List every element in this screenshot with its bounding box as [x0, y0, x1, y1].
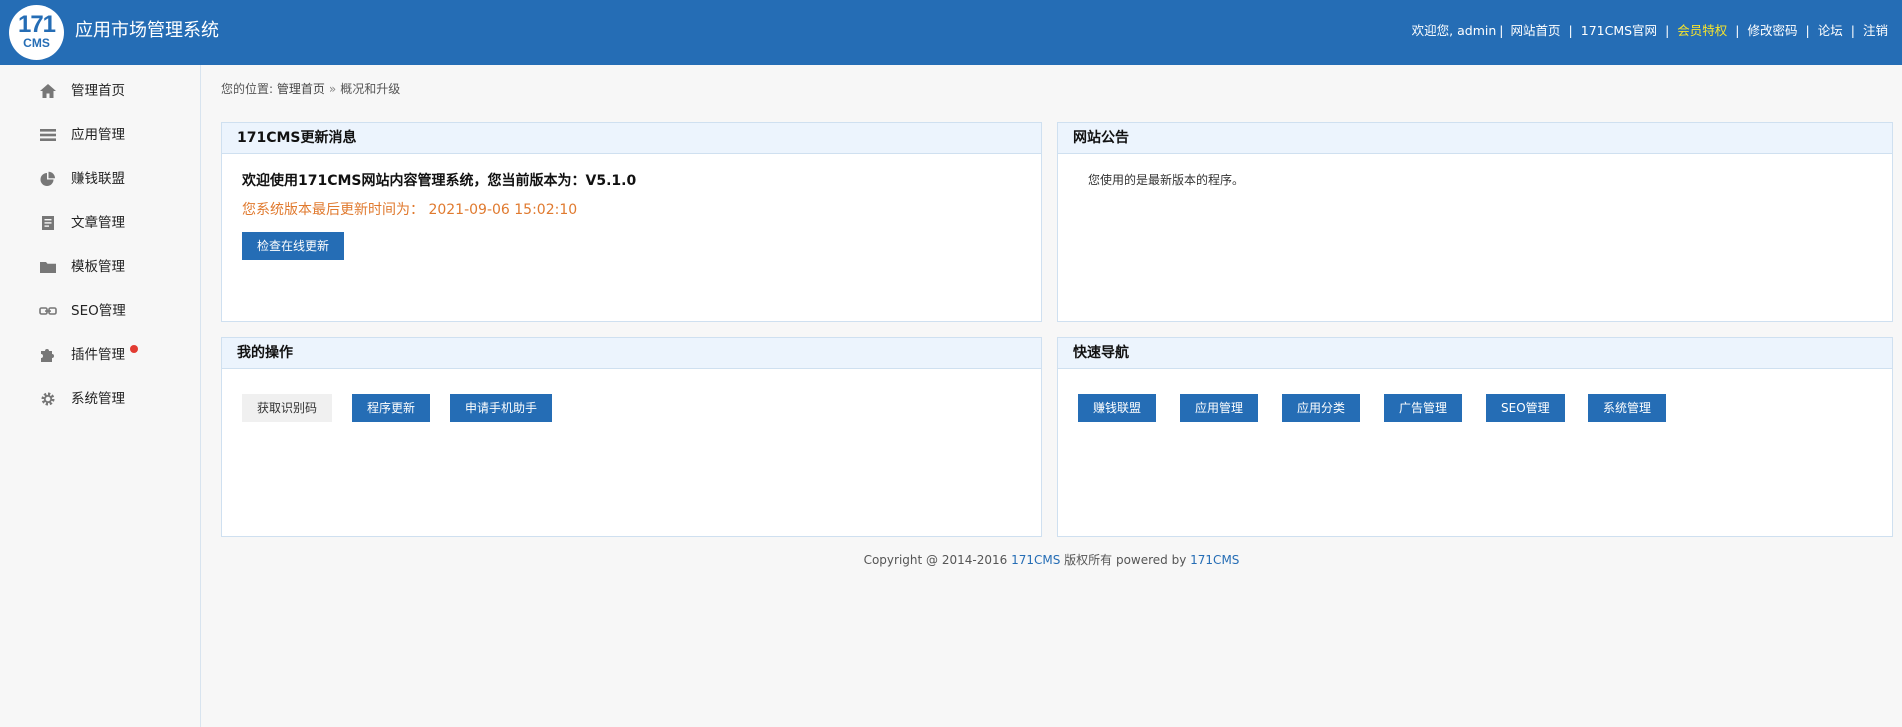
mobile-assistant-button[interactable]: 申请手机助手: [450, 394, 553, 422]
sidebar-item-label: 应用管理: [71, 127, 125, 143]
breadcrumb-separator: »: [328, 82, 337, 96]
app-title: 应用市场管理系统: [75, 20, 219, 41]
nav-separator: |: [1665, 23, 1670, 38]
panel-title: 快速导航: [1058, 338, 1892, 369]
sidebar-item-label: 模板管理: [71, 259, 125, 275]
pie-chart-icon: [40, 171, 55, 186]
quick-nav-seo-button[interactable]: SEO管理: [1486, 394, 1565, 422]
logout-link[interactable]: 注销: [1863, 23, 1888, 38]
top-nav: 欢迎您, admin | 网站首页 | 171CMS官网 | 会员特权 | 修改密码 | 论坛 | 注销: [1412, 22, 1902, 40]
quick-nav-panel: 快速导航 赚钱联盟 应用管理 应用分类 广告管理 SEO管理 系统管理: [1057, 337, 1893, 537]
sidebar-item-seo[interactable]: SEO管理: [0, 296, 200, 326]
version-message: 欢迎使用171CMS网站内容管理系统，您当前版本为：V5.1.0: [242, 173, 637, 189]
gear-icon: [41, 392, 55, 406]
quick-nav-affiliate-button[interactable]: 赚钱联盟: [1078, 394, 1157, 422]
quick-nav-system-button[interactable]: 系统管理: [1588, 394, 1667, 422]
brand-link[interactable]: 171CMS: [1011, 553, 1060, 567]
sidebar-item-system[interactable]: 系统管理: [0, 384, 200, 414]
logo-number: 171: [17, 11, 56, 38]
copyright-middle: 版权所有 powered by: [1060, 553, 1191, 567]
link-icon: [39, 307, 57, 315]
breadcrumb-home-link[interactable]: 管理首页: [277, 82, 325, 96]
update-panel: 171CMS更新消息 欢迎使用171CMS网站内容管理系统，您当前版本为：V5.…: [221, 122, 1042, 322]
quick-nav-categories-button[interactable]: 应用分类: [1282, 394, 1361, 422]
my-operations-panel: 我的操作 获取识别码 程序更新 申请手机助手: [221, 337, 1042, 537]
panel-title: 我的操作: [222, 338, 1041, 369]
sidebar-item-dashboard[interactable]: 管理首页: [0, 76, 200, 106]
puzzle-icon: [41, 349, 54, 362]
home-icon: [40, 84, 56, 98]
sidebar-item-apps[interactable]: 应用管理: [0, 120, 200, 150]
sidebar-item-label: 系统管理: [71, 391, 125, 407]
sidebar-item-articles[interactable]: 文章管理: [0, 208, 200, 238]
top-header: 171 CMS 应用市场管理系统 欢迎您, admin | 网站首页 | 171CMS官…: [0, 0, 1902, 65]
sidebar-item-label: 管理首页: [71, 83, 125, 99]
logo[interactable]: 171 CMS: [9, 5, 64, 60]
panel-title: 171CMS更新消息: [222, 123, 1041, 154]
official-site-link[interactable]: 171CMS官网: [1581, 23, 1657, 38]
breadcrumb: 您的位置: 管理首页» 概况和升级: [221, 81, 400, 97]
quick-nav-apps-button[interactable]: 应用管理: [1180, 394, 1259, 422]
last-update-time: 您系统版本最后更新时间为： 2021-09-06 15:02:10: [242, 202, 578, 218]
forum-link[interactable]: 论坛: [1818, 23, 1843, 38]
nav-separator: |: [1568, 23, 1573, 38]
sidebar-item-plugins[interactable]: 插件管理: [0, 340, 200, 370]
program-update-button[interactable]: 程序更新: [352, 394, 431, 422]
announcement-panel: 网站公告 您使用的是最新版本的程序。: [1057, 122, 1893, 322]
sidebar-item-label: 插件管理: [71, 347, 125, 363]
welcome-text: 欢迎您, admin: [1411, 23, 1497, 38]
brand-link-powered[interactable]: 171CMS: [1190, 553, 1239, 567]
list-icon: [40, 129, 56, 141]
announcement-text: 您使用的是最新版本的程序。: [1088, 173, 1245, 187]
change-password-link[interactable]: 修改密码: [1748, 23, 1798, 38]
folder-icon: [40, 262, 56, 273]
get-identifier-button[interactable]: 获取识别码: [242, 394, 333, 422]
sidebar-item-templates[interactable]: 模板管理: [0, 252, 200, 282]
logo-text: CMS: [23, 36, 50, 50]
breadcrumb-prefix: 您的位置:: [221, 82, 274, 96]
site-home-link[interactable]: 网站首页: [1511, 23, 1561, 38]
nav-separator: |: [1850, 23, 1855, 38]
document-icon: [42, 216, 54, 230]
nav-separator: |: [1499, 23, 1504, 38]
sidebar-item-affiliate[interactable]: 赚钱联盟: [0, 164, 200, 194]
nav-separator: |: [1735, 23, 1740, 38]
sidebar-item-label: 文章管理: [71, 215, 125, 231]
nav-separator: |: [1805, 23, 1810, 38]
footer: Copyright @ 2014-2016 171CMS 版权所有 powere…: [201, 552, 1902, 568]
sidebar-item-label: SEO管理: [71, 303, 126, 319]
copyright-text: Copyright @ 2014-2016: [863, 553, 1012, 567]
breadcrumb-current: 概况和升级: [340, 82, 401, 96]
notification-badge: [130, 345, 138, 353]
sidebar: 管理首页 应用管理 赚钱联盟 文章管理 模板管理 SEO管理 插件管理 系统管理: [0, 65, 201, 727]
vip-privileges-link[interactable]: 会员特权: [1677, 23, 1727, 38]
panel-title: 网站公告: [1058, 123, 1892, 154]
quick-nav-ads-button[interactable]: 广告管理: [1384, 394, 1463, 422]
sidebar-item-label: 赚钱联盟: [71, 171, 125, 187]
check-update-button[interactable]: 检查在线更新: [242, 232, 345, 260]
